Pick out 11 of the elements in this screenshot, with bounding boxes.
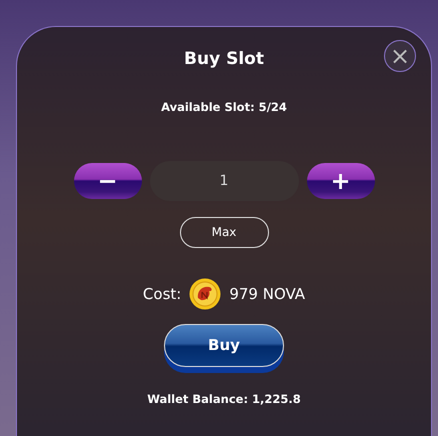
coin-icon xyxy=(189,278,222,310)
cost-amount: 979 NOVA xyxy=(229,284,306,304)
wallet-balance-text: Wallet Balance: 1,225.8 xyxy=(147,390,301,408)
available-slots-text: Available Slot: 5/24 xyxy=(161,98,287,116)
max-button[interactable]: Max xyxy=(180,216,268,248)
quantity-field[interactable]: 1 xyxy=(150,160,298,201)
decrement-button[interactable]: − xyxy=(74,162,142,199)
dialog-title: Buy Slot xyxy=(184,48,264,71)
close-button[interactable]: × xyxy=(384,40,416,72)
cost-label: Cost: xyxy=(142,284,182,304)
increment-button[interactable]: + xyxy=(306,162,374,199)
